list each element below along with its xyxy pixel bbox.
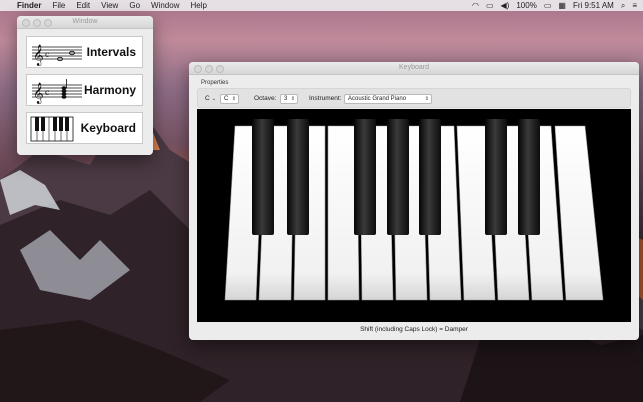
svg-text:c: c bbox=[45, 50, 50, 59]
menu-view[interactable]: View bbox=[101, 1, 118, 10]
black-key[interactable] bbox=[387, 119, 409, 235]
white-key[interactable] bbox=[554, 125, 604, 301]
launcher-titlebar[interactable]: Window bbox=[17, 16, 153, 29]
key-select[interactable]: C ⇕ bbox=[220, 94, 239, 104]
updown-icon: ⇕ bbox=[290, 96, 295, 102]
launcher-window: Window 𝄞 c Intervals 𝄞 c Harmony Keyboar… bbox=[17, 16, 153, 155]
octave-label: Octave: bbox=[254, 95, 277, 102]
wifi-icon[interactable]: ◠ bbox=[472, 1, 479, 10]
keyboard-keys-icon bbox=[30, 116, 74, 142]
key-popup[interactable]: C ⌄ bbox=[205, 94, 216, 104]
airplay-icon[interactable]: ▭ bbox=[486, 1, 494, 10]
harmony-label: Harmony bbox=[83, 83, 136, 97]
svg-text:𝄞: 𝄞 bbox=[33, 45, 44, 66]
menu-help[interactable]: Help bbox=[190, 1, 206, 10]
harmony-staff-icon: 𝄞 c bbox=[32, 79, 82, 104]
menu-window[interactable]: Window bbox=[151, 1, 179, 10]
octave-select-value: 3 bbox=[284, 96, 288, 102]
instrument-select-value: Acoustic Grand Piano bbox=[348, 96, 407, 102]
volume-icon[interactable]: ◀) bbox=[501, 1, 510, 10]
key-popup-value: C bbox=[205, 95, 210, 102]
instrument-label: Instrument: bbox=[309, 95, 342, 102]
octave-select[interactable]: 3 ⇕ bbox=[280, 94, 298, 104]
keyboard-label: Keyboard bbox=[80, 121, 136, 135]
menu-go[interactable]: Go bbox=[129, 1, 140, 10]
key-select-value: C bbox=[224, 96, 229, 102]
menu-bar: Finder File Edit View Go Window Help ◠ ▭… bbox=[0, 0, 643, 11]
battery-icon[interactable]: ▭ bbox=[544, 1, 552, 10]
instrument-select[interactable]: Acoustic Grand Piano ⇕ bbox=[344, 94, 432, 104]
flag-icon[interactable]: ▦ bbox=[558, 1, 566, 10]
menu-edit[interactable]: Edit bbox=[76, 1, 90, 10]
intervals-button[interactable]: 𝄞 c Intervals bbox=[26, 36, 143, 68]
updown-icon: ⇕ bbox=[231, 96, 236, 102]
battery-percent[interactable]: 100% bbox=[516, 1, 536, 10]
piano-keys bbox=[224, 119, 604, 301]
keyboard-window-title: Keyboard bbox=[399, 64, 429, 71]
status-area: ◠ ▭ ◀) 100% ▭ ▦ Fri 9:51 AM ⌕ ≡ bbox=[465, 0, 637, 11]
updown-icon: ⇕ bbox=[424, 96, 429, 102]
notification-center-icon[interactable]: ≡ bbox=[632, 1, 637, 10]
spotlight-icon[interactable]: ⌕ bbox=[621, 1, 625, 11]
damper-hint: Shift (including Caps Lock) = Damper bbox=[360, 326, 468, 333]
intervals-staff-icon: 𝄞 c bbox=[32, 45, 82, 66]
launcher-title: Window bbox=[72, 18, 98, 25]
black-key[interactable] bbox=[485, 119, 507, 235]
chevron-down-icon: ⌄ bbox=[211, 96, 216, 102]
menu-file[interactable]: File bbox=[52, 1, 65, 10]
black-key[interactable] bbox=[287, 119, 309, 235]
black-key[interactable] bbox=[518, 119, 540, 235]
menu-finder[interactable]: Finder bbox=[17, 1, 41, 10]
svg-text:c: c bbox=[45, 88, 50, 97]
black-key[interactable] bbox=[354, 119, 376, 235]
keyboard-window: Keyboard Properties C ⌄ C ⇕ Octave: 3 ⇕ I… bbox=[189, 62, 639, 340]
menu-clock[interactable]: Fri 9:51 AM bbox=[573, 1, 614, 10]
keyboard-titlebar[interactable]: Keyboard bbox=[189, 62, 639, 75]
piano-keyboard bbox=[197, 109, 631, 322]
properties-label: Properties bbox=[201, 80, 229, 86]
keyboard-button[interactable]: Keyboard bbox=[26, 112, 143, 144]
svg-text:𝄞: 𝄞 bbox=[33, 83, 44, 104]
black-key[interactable] bbox=[252, 119, 274, 235]
properties-bar: C ⌄ C ⇕ Octave: 3 ⇕ Instrument: Acoustic … bbox=[197, 88, 631, 108]
harmony-button[interactable]: 𝄞 c Harmony bbox=[26, 74, 143, 106]
black-key[interactable] bbox=[419, 119, 441, 235]
intervals-label: Intervals bbox=[86, 45, 136, 59]
